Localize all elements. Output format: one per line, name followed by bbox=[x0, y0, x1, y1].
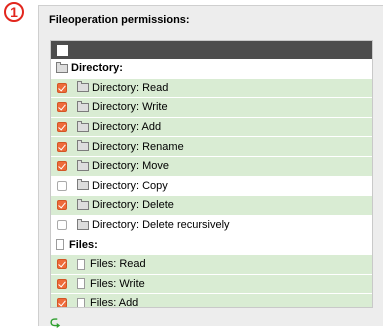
folder-icon bbox=[77, 140, 89, 152]
permission-row[interactable]: Directory: Move bbox=[51, 156, 372, 177]
row-label: Directory: Add bbox=[92, 121, 162, 134]
file-icon bbox=[77, 258, 85, 270]
folder-icon bbox=[56, 61, 68, 73]
group-header-row: Files: bbox=[51, 235, 372, 255]
permission-row[interactable]: Files: Add bbox=[51, 294, 372, 308]
permission-checkbox[interactable] bbox=[57, 161, 67, 172]
folder-icon bbox=[77, 100, 89, 112]
permission-row[interactable]: Files: Read bbox=[51, 254, 372, 275]
group-header-row: Directory: bbox=[51, 59, 372, 79]
file-icon bbox=[77, 278, 85, 290]
row-label: Directory: Delete recursively bbox=[92, 219, 230, 232]
row-label: Files: Read bbox=[90, 258, 146, 271]
permission-checkbox[interactable] bbox=[57, 220, 67, 231]
permission-checkbox[interactable] bbox=[57, 141, 67, 152]
permission-checkbox[interactable] bbox=[57, 298, 67, 307]
step-number-badge: 1 bbox=[4, 2, 24, 22]
permission-checkbox[interactable] bbox=[57, 200, 67, 211]
permission-rows: Directory: Directory: Read Directory: Writ… bbox=[51, 59, 372, 308]
folder-icon bbox=[77, 159, 89, 171]
permission-row[interactable]: Directory: Copy bbox=[51, 176, 372, 197]
row-label: Directory: Move bbox=[92, 160, 170, 173]
permission-checkbox[interactable] bbox=[57, 278, 67, 289]
fileoperation-permissions-panel: Fileoperation permissions: Directory: Dir… bbox=[38, 5, 383, 326]
row-label: Directory: Write bbox=[92, 101, 168, 114]
row-label: Files: Write bbox=[90, 277, 145, 290]
return-arrow-icon[interactable]: ⮎ bbox=[50, 313, 60, 335]
permission-row[interactable]: Directory: Write bbox=[51, 98, 372, 118]
permission-row[interactable]: Directory: Delete recursively bbox=[51, 215, 372, 236]
permission-row[interactable]: Files: Write bbox=[51, 274, 372, 295]
permission-checkbox[interactable] bbox=[57, 102, 67, 113]
row-label: Files: Add bbox=[90, 297, 139, 308]
row-label: Directory: Delete bbox=[92, 199, 174, 212]
file-icon bbox=[77, 297, 85, 307]
permissions-list[interactable]: Directory: Directory: Read Directory: Writ… bbox=[50, 40, 373, 308]
permission-checkbox[interactable] bbox=[57, 82, 67, 93]
row-label: Directory: Rename bbox=[92, 140, 184, 153]
folder-icon bbox=[77, 81, 89, 93]
permission-checkbox[interactable] bbox=[57, 122, 67, 133]
permission-checkbox[interactable] bbox=[57, 180, 67, 191]
select-all-checkbox[interactable] bbox=[57, 44, 68, 56]
permission-row[interactable]: Directory: Add bbox=[51, 117, 372, 138]
permission-row[interactable]: Directory: Read bbox=[51, 78, 372, 99]
row-label: Files: bbox=[69, 238, 98, 251]
folder-icon bbox=[77, 120, 89, 132]
row-label: Directory: Copy bbox=[92, 179, 168, 192]
permission-row[interactable]: Directory: Rename bbox=[51, 137, 372, 157]
file-icon bbox=[56, 239, 64, 251]
list-header bbox=[51, 41, 372, 59]
folder-icon bbox=[77, 198, 89, 210]
folder-icon bbox=[77, 179, 89, 191]
permission-row[interactable]: Directory: Delete bbox=[51, 196, 372, 216]
row-label: Directory: bbox=[71, 62, 123, 75]
folder-icon bbox=[77, 218, 89, 230]
row-label: Directory: Read bbox=[92, 81, 169, 94]
panel-title: Fileoperation permissions: bbox=[49, 14, 190, 26]
permission-checkbox[interactable] bbox=[57, 259, 67, 270]
